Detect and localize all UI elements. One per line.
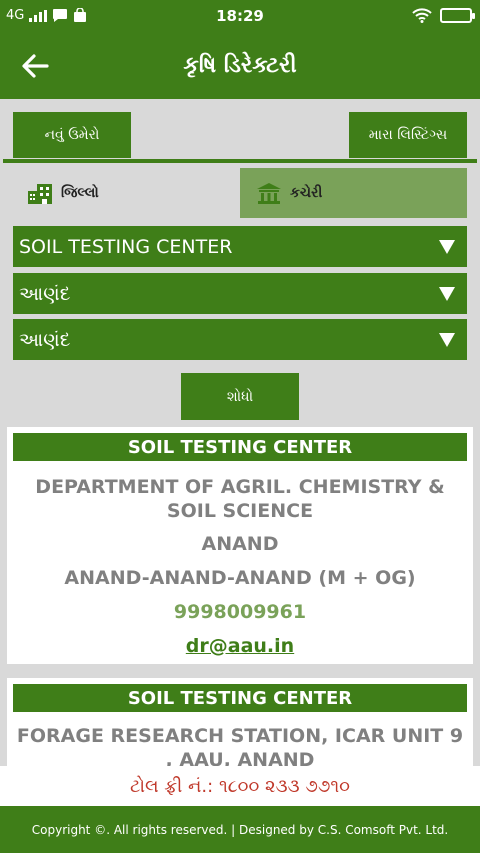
- dropdown-caret-icon: [439, 286, 455, 301]
- result-card-title: SOIL TESTING CENTER: [13, 433, 467, 461]
- my-listings-button[interactable]: મારા લિસ્ટિંગ્સ: [349, 112, 467, 158]
- status-bar: 4G 18:29: [0, 0, 480, 34]
- toll-free-number[interactable]: ટોલ ફ્રી નં.: ૧૮૦૦ ૨૩૩ ૭૭૧૦: [0, 766, 480, 806]
- result-department: FORAGE RESEARCH STATION, ICAR UNIT 9 , A…: [16, 725, 464, 768]
- district-select-value: આણંદ: [19, 282, 71, 305]
- action-button-row: નવું ઉમેરો મારા લિસ્ટિંગ્સ: [0, 112, 480, 162]
- building-icon: [28, 184, 52, 204]
- tab-district[interactable]: જિલ્લો: [13, 168, 240, 218]
- status-time: 18:29: [216, 7, 264, 25]
- result-card[interactable]: SOIL TESTING CENTER FORAGE RESEARCH STAT…: [7, 678, 473, 768]
- category-select[interactable]: SOIL TESTING CENTER: [13, 226, 467, 267]
- tab-office-label: કચેરી: [290, 185, 323, 201]
- result-city: ANAND: [201, 533, 279, 555]
- result-area: ANAND-ANAND-ANAND (M + OG): [64, 567, 416, 589]
- institution-icon: [257, 183, 281, 204]
- tab-office[interactable]: કચેરી: [240, 168, 467, 218]
- result-email-link[interactable]: dr@aau.in: [7, 634, 473, 658]
- taluka-select-value: આણંદ: [19, 328, 71, 351]
- app-bar: કૃષિ ડિરેક્ટરી: [0, 34, 480, 99]
- category-select-value: SOIL TESTING CENTER: [19, 235, 233, 258]
- result-phone-link[interactable]: 9998009961: [7, 600, 473, 624]
- dropdown-caret-icon: [439, 239, 455, 254]
- battery-icon: [440, 8, 475, 23]
- filter-tabs: જિલ્લો કચેરી: [13, 168, 467, 218]
- taluka-select[interactable]: આણંદ: [13, 319, 467, 360]
- district-select[interactable]: આણંદ: [13, 273, 467, 314]
- divider: [3, 159, 477, 163]
- result-department: DEPARTMENT OF AGRIL. CHEMISTRY & SOIL SC…: [35, 476, 445, 522]
- dropdown-caret-icon: [439, 332, 455, 347]
- tab-district-label: જિલ્લો: [61, 185, 99, 201]
- result-card-title: SOIL TESTING CENTER: [13, 684, 467, 712]
- add-new-button[interactable]: નવું ઉમેરો: [13, 112, 131, 158]
- search-button[interactable]: શોધો: [181, 373, 299, 420]
- result-card[interactable]: SOIL TESTING CENTER DEPARTMENT OF AGRIL.…: [7, 427, 473, 664]
- footer-copyright: Copyright ©. All rights reserved. | Desi…: [0, 806, 480, 853]
- status-right: [412, 8, 475, 23]
- wifi-icon: [412, 8, 432, 23]
- page-title: કૃષિ ડિરેક્ટરી: [183, 53, 297, 78]
